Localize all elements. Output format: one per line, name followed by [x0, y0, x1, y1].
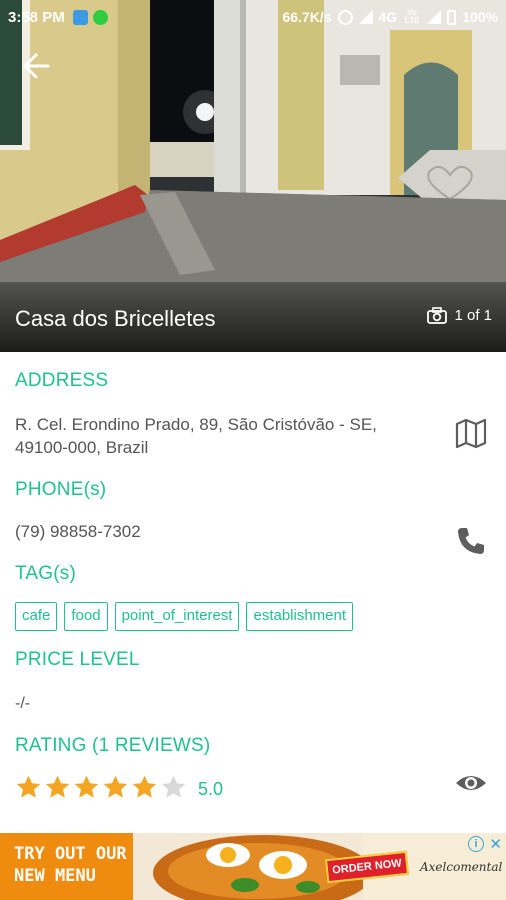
address-line-2: 49100-000, Brazil [15, 438, 149, 457]
tag-chip[interactable]: cafe [15, 602, 58, 631]
rating-heading: RATING (1 REVIEWS) [15, 735, 211, 756]
network-type: 4G [378, 9, 398, 25]
photo-counter-label: 1 of 1 [454, 307, 492, 324]
address-line-1: R. Cel. Erondino Prado, 89, São Cristóvã… [15, 415, 377, 434]
tag-chip[interactable]: food [64, 602, 108, 631]
map-icon[interactable] [454, 416, 488, 450]
tag-list: cafe food point_of_interest establishmen… [15, 602, 354, 631]
ad-banner[interactable]: TRY OUT OUR NEW MENU ORDER NOW Axelcomen… [0, 833, 506, 900]
signal-icon [358, 10, 373, 24]
star-filled-icon [103, 775, 128, 798]
volte-badge: Vo LTE [404, 8, 420, 25]
tag-chip[interactable]: point_of_interest [114, 602, 240, 631]
ad-headline: TRY OUT OUR NEW MENU [14, 844, 127, 886]
ad-brand-logo: Axelcomental [420, 860, 503, 874]
place-title: Casa dos Bricelletes [15, 306, 216, 331]
camera-icon [427, 307, 448, 324]
status-time: 3:58 PM [8, 8, 65, 26]
network-speed: 66.7K/s [282, 9, 332, 25]
status-bar: 3:58 PM 66.7K/s 4G Vo LTE 100% [0, 0, 506, 34]
ad-info-icon[interactable]: i [468, 836, 484, 852]
ad-close-icon[interactable]: ✕ [489, 835, 502, 853]
battery-icon [447, 9, 457, 25]
star-filled-icon [45, 775, 70, 798]
tag-chip[interactable]: establishment [246, 602, 354, 631]
rating-value: 5.0 [198, 779, 224, 799]
battery-level: 100% [462, 9, 498, 25]
star-filled-icon [132, 775, 157, 798]
phone-number[interactable]: (79) 98858-7302 [15, 520, 141, 543]
address-heading: ADDRESS [15, 370, 109, 391]
google-maps-notification-icon [72, 9, 88, 25]
star-filled-icon [16, 775, 41, 798]
signal-icon-2 [427, 10, 442, 24]
tags-heading: TAG(s) [15, 563, 77, 584]
rating-stars [15, 774, 187, 801]
address-text[interactable]: R. Cel. Erondino Prado, 89, São Cristóvã… [15, 413, 377, 459]
price-level-value: -/- [15, 695, 31, 712]
phone-icon[interactable] [454, 524, 488, 558]
place-photo[interactable]: 3:58 PM 66.7K/s 4G Vo LTE 100% Casa dos … [0, 0, 506, 352]
star-empty-icon [161, 775, 186, 798]
wechat-notification-icon [92, 9, 108, 25]
back-arrow-icon[interactable] [18, 46, 58, 86]
eye-icon[interactable] [454, 766, 488, 800]
star-filled-icon [74, 775, 99, 798]
photo-counter[interactable]: 1 of 1 [427, 307, 492, 324]
phone-heading: PHONE(s) [15, 479, 107, 500]
price-level-heading: PRICE LEVEL [15, 649, 140, 670]
alarm-icon [337, 9, 353, 25]
